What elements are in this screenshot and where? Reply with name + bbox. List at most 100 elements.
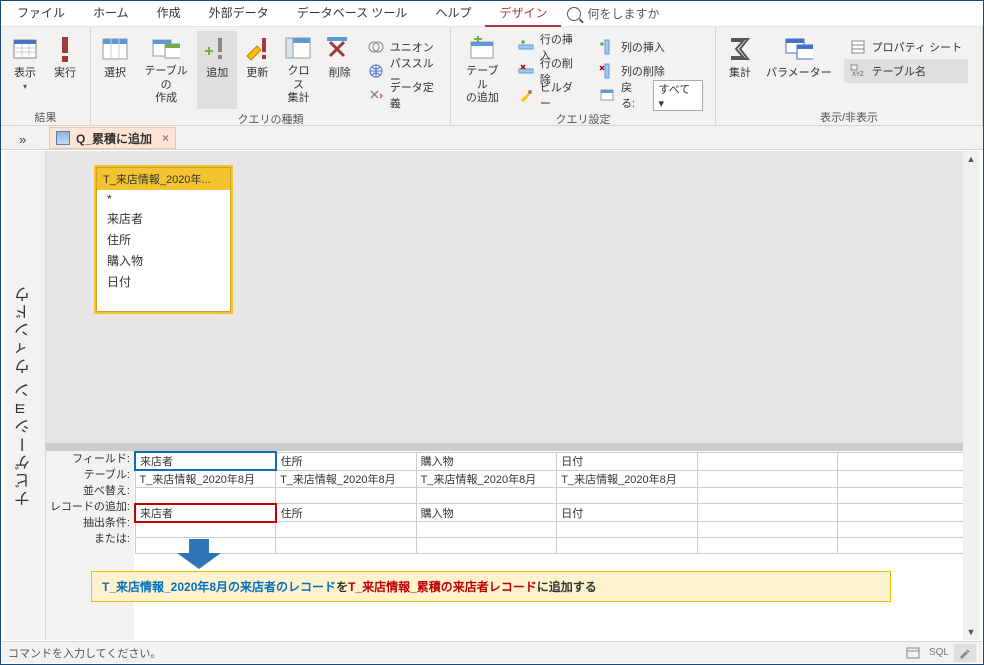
- menu-作成[interactable]: 作成: [143, 0, 195, 27]
- grid-cell[interactable]: [838, 488, 979, 504]
- maketable-icon: [152, 35, 180, 61]
- grid-cell[interactable]: [838, 522, 979, 538]
- grid-cell[interactable]: [416, 522, 557, 538]
- grid-cell[interactable]: [838, 452, 979, 470]
- vertical-scrollbar[interactable]: ▲▼: [963, 151, 979, 640]
- arrow-down-icon: [177, 539, 221, 569]
- grid-cell[interactable]: [416, 488, 557, 504]
- grid-cell[interactable]: 購入物: [416, 504, 557, 522]
- showtable-button[interactable]: テーブル の追加: [455, 31, 510, 109]
- globe-icon: [368, 63, 384, 79]
- scroll-up-icon[interactable]: ▲: [963, 151, 979, 167]
- grid-cell[interactable]: [276, 538, 417, 554]
- insertcol-button[interactable]: 列の挿入: [593, 35, 709, 59]
- grid-cell[interactable]: T_来店情報_2020年8月: [416, 470, 557, 488]
- grid-cell[interactable]: [557, 538, 698, 554]
- propertysheet-button[interactable]: プロパティ シート: [844, 35, 968, 59]
- maketable-button[interactable]: テーブルの 作成: [135, 31, 197, 109]
- grid-cell[interactable]: [416, 538, 557, 554]
- insertcol-icon: [599, 39, 615, 55]
- grid-cell[interactable]: 来店者: [135, 452, 276, 470]
- append-button[interactable]: 追加: [197, 31, 237, 109]
- row-header: フィールド:: [46, 451, 134, 467]
- return-select[interactable]: すべて ▾: [653, 80, 703, 111]
- tablenames-icon: XYZ: [850, 63, 866, 79]
- view-button[interactable]: 表示 ▾: [5, 31, 45, 109]
- expand-navpane-icon[interactable]: »: [19, 132, 26, 147]
- grid-cell[interactable]: [135, 488, 276, 504]
- totals-button[interactable]: 集計: [720, 31, 760, 109]
- grid-cell[interactable]: [557, 488, 698, 504]
- ribbon: 表示 ▾ 実行 結果 選択 テーブルの 作成 追加 更新 クロス 集計 削除 ユ…: [1, 27, 983, 126]
- grid-cell[interactable]: 日付: [557, 504, 698, 522]
- grid-cell[interactable]: 住所: [276, 504, 417, 522]
- propsheet-icon: [850, 39, 866, 55]
- close-icon[interactable]: ×: [162, 131, 169, 145]
- svg-text:XYZ: XYZ: [852, 72, 864, 78]
- menu-ホーム[interactable]: ホーム: [79, 0, 143, 27]
- menu-デザイン[interactable]: デザイン: [485, 0, 561, 27]
- tablenames-button[interactable]: XYZテーブル名: [844, 59, 968, 83]
- grid-cell[interactable]: [838, 470, 979, 488]
- showtable-icon: [468, 35, 496, 61]
- navigation-pane-collapsed[interactable]: ナビゲーション ウィンドウ: [5, 151, 46, 640]
- grid-cell[interactable]: [276, 488, 417, 504]
- parameters-button[interactable]: パラメーター: [760, 31, 838, 109]
- grid-cell[interactable]: 住所: [276, 452, 417, 470]
- grid-cell[interactable]: [557, 522, 698, 538]
- delete-button[interactable]: 削除: [320, 31, 360, 109]
- select-query-button[interactable]: 選択: [95, 31, 135, 109]
- grid-cell[interactable]: 購入物: [416, 452, 557, 470]
- grid-cell[interactable]: [276, 522, 417, 538]
- scroll-down-icon[interactable]: ▼: [963, 624, 979, 640]
- tab-title: Q_累積に追加: [76, 130, 152, 147]
- builder-icon: [518, 87, 534, 103]
- datasheet-icon: [11, 35, 39, 63]
- query-tab[interactable]: Q_累積に追加 ×: [49, 127, 176, 149]
- table-diagram-area[interactable]: T_来店情報_2020年... *来店者住所購入物日付: [46, 151, 979, 451]
- grid-cell[interactable]: [697, 522, 838, 538]
- grid-cell[interactable]: [697, 488, 838, 504]
- view-datasheet-icon[interactable]: [902, 644, 924, 662]
- grid-cell[interactable]: [135, 522, 276, 538]
- ribbon-group-results: 表示 ▾ 実行 結果: [1, 27, 91, 125]
- run-button[interactable]: 実行: [45, 31, 85, 109]
- menu-外部データ[interactable]: 外部データ: [195, 0, 283, 27]
- grid-cell[interactable]: [838, 538, 979, 554]
- grid-cell[interactable]: [838, 504, 979, 522]
- table-icon: [101, 35, 129, 63]
- view-design-icon[interactable]: [954, 644, 976, 662]
- grid-cell[interactable]: 日付: [557, 452, 698, 470]
- tell-me-search[interactable]: 何をしますか: [567, 5, 659, 22]
- exclaim-icon: [51, 35, 79, 63]
- menu-ヘルプ[interactable]: ヘルプ: [421, 0, 485, 27]
- grid-cell[interactable]: [697, 452, 838, 470]
- grid-cell[interactable]: T_来店情報_2020年8月: [135, 470, 276, 488]
- field-item[interactable]: 住所: [97, 229, 230, 250]
- grid-cell[interactable]: 来店者: [135, 504, 276, 522]
- menu-ファイル[interactable]: ファイル: [3, 0, 79, 27]
- menu-データベース ツール[interactable]: データベース ツール: [283, 0, 422, 27]
- grid-body[interactable]: 来店者住所購入物日付T_来店情報_2020年8月T_来店情報_2020年8月T_…: [134, 451, 979, 640]
- grid-cell[interactable]: T_来店情報_2020年8月: [276, 470, 417, 488]
- grid-cell[interactable]: T_来店情報_2020年8月: [557, 470, 698, 488]
- field-item[interactable]: 日付: [97, 271, 230, 292]
- dropdown-icon: ▾: [23, 82, 27, 91]
- table-source-title: T_来店情報_2020年...: [97, 168, 230, 190]
- update-button[interactable]: 更新: [237, 31, 277, 109]
- table-source-box[interactable]: T_来店情報_2020年... *来店者住所購入物日付: [96, 167, 231, 312]
- builder-button[interactable]: ビルダー: [512, 83, 589, 107]
- grid-cell[interactable]: [697, 504, 838, 522]
- grid-cell[interactable]: [697, 538, 838, 554]
- return-button[interactable]: 戻る:すべて ▾: [593, 83, 709, 107]
- union-icon: [368, 39, 384, 55]
- sigma-icon: [726, 35, 754, 63]
- field-item[interactable]: 来店者: [97, 208, 230, 229]
- crosstab-button[interactable]: クロス 集計: [277, 31, 320, 109]
- search-icon: [567, 7, 581, 21]
- field-item[interactable]: 購入物: [97, 250, 230, 271]
- grid-cell[interactable]: [697, 470, 838, 488]
- datadef-button[interactable]: データ定義: [362, 83, 444, 107]
- field-item[interactable]: *: [97, 190, 230, 208]
- view-sql-button[interactable]: SQL: [928, 644, 950, 662]
